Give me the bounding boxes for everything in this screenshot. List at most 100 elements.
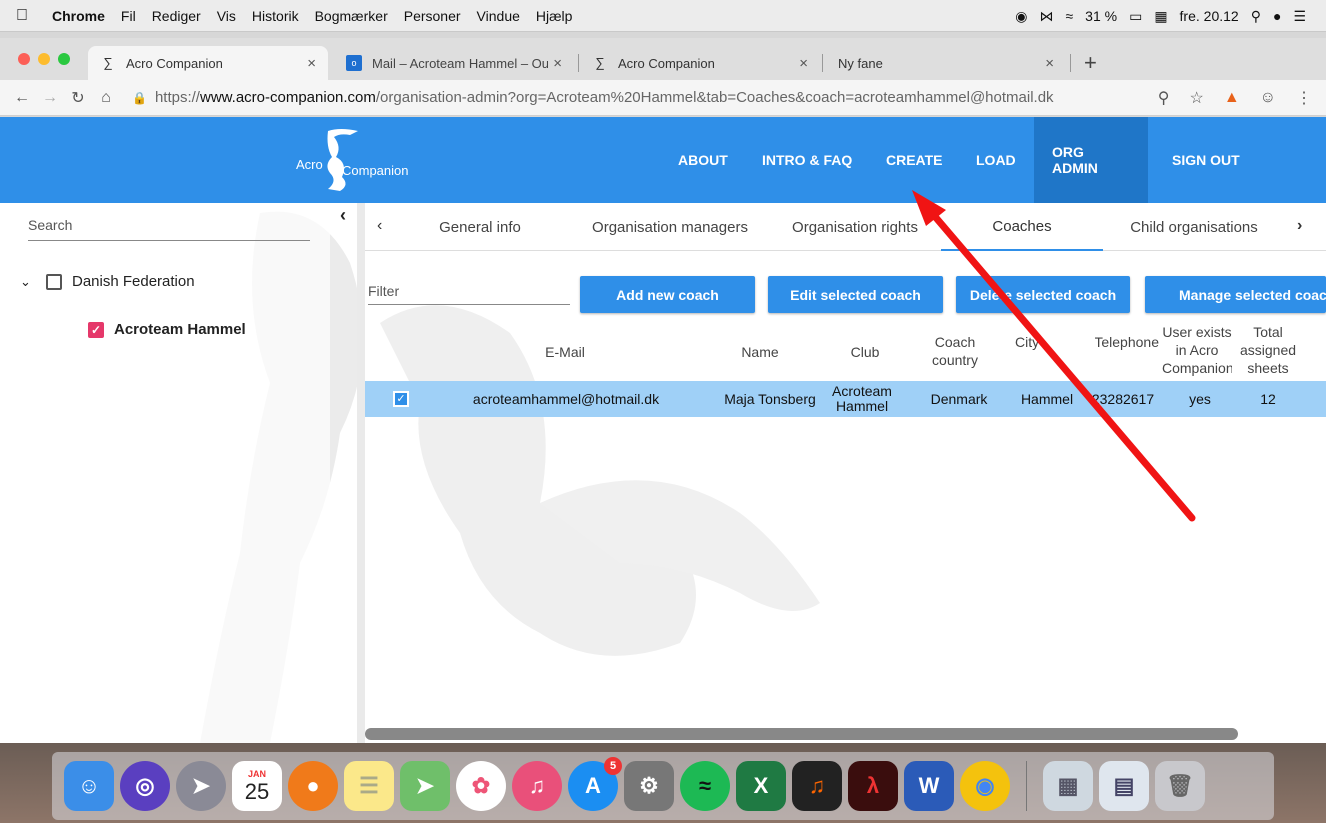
- downloads-stack-icon[interactable]: ▦: [1043, 761, 1093, 811]
- word-icon[interactable]: W: [904, 761, 954, 811]
- reload-icon[interactable]: ↻: [64, 88, 92, 108]
- menu-chrome[interactable]: Chrome: [44, 8, 113, 24]
- nav-load[interactable]: LOAD: [958, 117, 1034, 203]
- acro-companion-logo[interactable]: Acro Companion: [296, 127, 436, 193]
- row-checkbox-checked[interactable]: ✓: [393, 391, 409, 407]
- menu-clock[interactable]: fre. 20.12: [1180, 8, 1239, 24]
- audacity-icon[interactable]: ♫: [792, 761, 842, 811]
- column-header-user-exists[interactable]: User exists in Acro Companion: [1162, 323, 1232, 377]
- chrome-menu-icon[interactable]: ⋮: [1296, 88, 1312, 108]
- system-preferences-icon[interactable]: ⚙: [624, 761, 674, 811]
- tabs-scroll-left-icon[interactable]: ‹: [377, 217, 382, 235]
- tab-coaches[interactable]: Coaches: [941, 203, 1103, 251]
- chrome-icon[interactable]: ◉: [960, 761, 1010, 811]
- menu-personer[interactable]: Personer: [396, 8, 469, 24]
- apple-icon[interactable]: : [0, 7, 44, 25]
- xlsx-document-icon[interactable]: ▤: [1099, 761, 1149, 811]
- sidebar-search-input[interactable]: Search: [28, 217, 310, 241]
- back-icon[interactable]: ←: [8, 89, 36, 107]
- wifi-icon[interactable]: ≈: [1065, 8, 1073, 24]
- tree-item-acroteam-hammel[interactable]: ✓ Acroteam Hammel: [88, 321, 246, 338]
- nav-about[interactable]: ABOUT: [660, 117, 746, 203]
- browser-tab-1[interactable]: ∑ Acro Companion ×: [88, 46, 328, 80]
- tab-child-organisations[interactable]: Child organisations: [1115, 203, 1273, 251]
- firefox-icon[interactable]: ●: [288, 761, 338, 811]
- tree-checkbox-checked[interactable]: ✓: [88, 321, 104, 338]
- zoom-window-icon[interactable]: [58, 53, 70, 65]
- minimize-window-icon[interactable]: [38, 53, 50, 65]
- column-header-email[interactable]: E-Mail: [515, 343, 615, 361]
- home-icon[interactable]: ⌂: [92, 89, 120, 107]
- calendar-icon[interactable]: JAN 25: [232, 761, 282, 811]
- notes-icon[interactable]: ☰: [344, 761, 394, 811]
- menu-historik[interactable]: Historik: [244, 8, 307, 24]
- menu-rediger[interactable]: Rediger: [144, 8, 209, 24]
- collapse-sidebar-icon[interactable]: ‹: [340, 205, 346, 226]
- tab-general-info[interactable]: General info: [415, 203, 545, 251]
- tree-item-danish-federation[interactable]: ⌄ Danish Federation: [20, 273, 195, 290]
- notification-center-icon[interactable]: ☰: [1293, 8, 1306, 25]
- edit-selected-coach-button[interactable]: Edit selected coach: [768, 276, 943, 313]
- close-window-icon[interactable]: [18, 53, 30, 65]
- battery-percent[interactable]: 31 %: [1085, 8, 1117, 24]
- key-icon[interactable]: ⚲: [1158, 88, 1170, 108]
- forward-icon[interactable]: →: [36, 89, 64, 107]
- chevron-down-icon[interactable]: ⌄: [20, 274, 38, 290]
- menu-hjaelp[interactable]: Hjælp: [528, 8, 581, 24]
- menu-vindue[interactable]: Vindue: [469, 8, 528, 24]
- bluetooth-icon[interactable]: ⋈: [1039, 8, 1053, 25]
- menu-fil[interactable]: Fil: [113, 8, 144, 24]
- close-tab-icon[interactable]: ×: [307, 55, 316, 72]
- siri-icon[interactable]: ◎: [120, 761, 170, 811]
- maps-icon[interactable]: ➤: [400, 761, 450, 811]
- close-tab-icon[interactable]: ×: [1045, 55, 1054, 72]
- battery-icon[interactable]: ▭: [1129, 8, 1142, 25]
- browser-tab-2[interactable]: o Mail – Acroteam Hammel – Out ×: [334, 46, 574, 80]
- siri-icon[interactable]: ●: [1273, 8, 1281, 24]
- calendar-menu-icon[interactable]: ▦: [1154, 8, 1167, 25]
- column-header-club[interactable]: Club: [840, 343, 890, 361]
- app-store-icon[interactable]: A 5: [568, 757, 622, 811]
- coach-filter-input[interactable]: Filter: [368, 283, 570, 305]
- new-tab-icon[interactable]: +: [1084, 50, 1097, 76]
- delete-selected-coach-button[interactable]: Delete selected coach: [956, 276, 1130, 313]
- column-header-city[interactable]: City: [1015, 333, 1055, 355]
- menu-vis[interactable]: Vis: [209, 8, 244, 24]
- profile-icon[interactable]: ☺: [1260, 89, 1276, 107]
- close-tab-icon[interactable]: ×: [799, 55, 808, 72]
- creative-cloud-icon[interactable]: ◉: [1015, 8, 1027, 25]
- tabs-scroll-right-icon[interactable]: ›: [1297, 217, 1302, 235]
- nav-create[interactable]: CREATE: [868, 117, 961, 203]
- nav-sign-out[interactable]: SIGN OUT: [1154, 117, 1258, 203]
- column-header-total-assigned-sheets[interactable]: Total assigned sheets: [1235, 323, 1301, 377]
- tab-organisation-managers[interactable]: Organisation managers: [575, 203, 765, 251]
- browser-tab-3[interactable]: ∑ Acro Companion ×: [580, 46, 820, 80]
- table-row[interactable]: ✓ acroteamhammel@hotmail.dk Maja Tonsber…: [365, 381, 1326, 417]
- itunes-icon[interactable]: ♫: [512, 761, 562, 811]
- add-new-coach-button[interactable]: Add new coach: [580, 276, 755, 313]
- extension-flame-icon[interactable]: ▲: [1224, 89, 1240, 107]
- column-header-telephone[interactable]: Telephone: [1095, 333, 1159, 355]
- column-header-coach-country[interactable]: Coach country: [920, 333, 990, 369]
- photos-icon[interactable]: ✿: [456, 761, 506, 811]
- excel-icon[interactable]: X: [736, 761, 786, 811]
- sidebar-divider[interactable]: [357, 203, 365, 743]
- column-header-name[interactable]: Name: [725, 343, 795, 361]
- launchpad-icon[interactable]: ➤: [176, 761, 226, 811]
- finder-icon[interactable]: ☺: [64, 761, 114, 811]
- tree-checkbox[interactable]: [46, 273, 62, 290]
- nav-intro-faq[interactable]: INTRO & FAQ: [744, 117, 870, 203]
- nav-org-admin[interactable]: ORG ADMIN: [1034, 117, 1148, 203]
- close-tab-icon[interactable]: ×: [553, 55, 562, 72]
- bookmark-star-icon[interactable]: ☆: [1189, 88, 1203, 108]
- manage-selected-coach-button[interactable]: Manage selected coach: [1145, 276, 1326, 313]
- horizontal-scrollbar[interactable]: [365, 728, 1238, 740]
- menu-bogmaerker[interactable]: Bogmærker: [307, 8, 396, 24]
- spotlight-search-icon[interactable]: ⚲: [1251, 8, 1261, 25]
- browser-tab-4[interactable]: Ny fane ×: [826, 46, 1066, 80]
- tab-organisation-rights[interactable]: Organisation rights: [775, 203, 935, 251]
- spotify-icon[interactable]: ≈: [680, 761, 730, 811]
- trash-icon[interactable]: 🗑: [1155, 761, 1205, 811]
- url-field[interactable]: 🔒 https://www.acro-companion.com/organis…: [132, 89, 1054, 106]
- acrobat-icon[interactable]: λ: [848, 761, 898, 811]
